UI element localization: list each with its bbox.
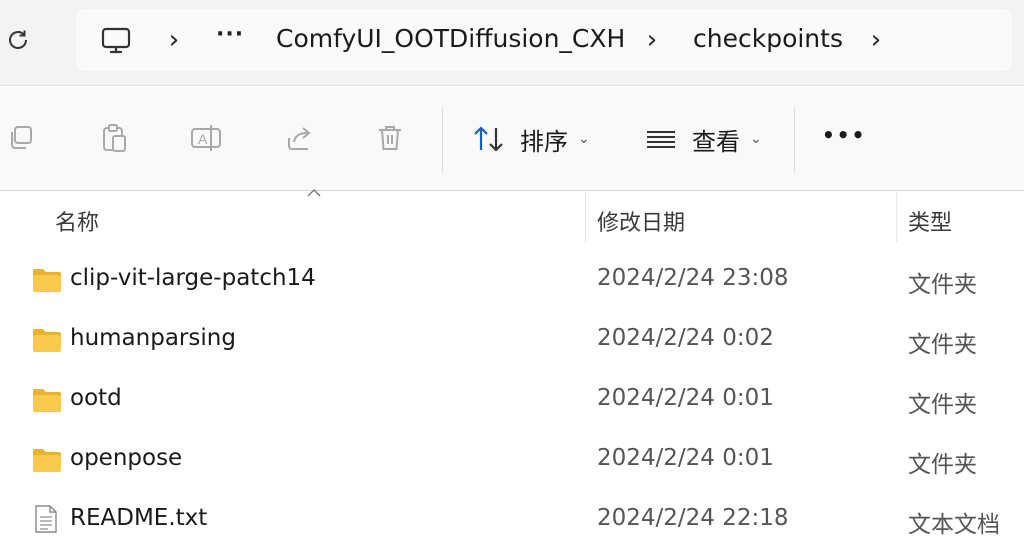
file-date: 2024/2/24 0:01 <box>597 445 774 471</box>
file-name: humanparsing <box>70 325 236 351</box>
column-divider[interactable] <box>896 192 897 242</box>
file-row[interactable]: ootd 2024/2/24 0:01 文件夹 <box>0 370 1024 430</box>
more-icon: ••• <box>822 123 867 147</box>
column-header-type[interactable]: 类型 <box>908 205 952 237</box>
breadcrumb-overflow-button[interactable]: ··· <box>216 22 244 47</box>
column-header-name[interactable]: 名称 <box>55 205 99 237</box>
text-file-icon <box>35 505 57 533</box>
rename-button[interactable]: A <box>188 120 224 156</box>
column-header-date[interactable]: 修改日期 <box>597 205 685 237</box>
file-row[interactable]: README.txt 2024/2/24 22:18 文本文档 <box>0 490 1024 550</box>
this-pc-icon[interactable] <box>100 25 132 57</box>
share-button[interactable] <box>282 120 318 156</box>
rename-icon: A <box>191 125 221 151</box>
file-name: openpose <box>70 445 183 471</box>
folder-icon <box>33 329 61 352</box>
chevron-down-icon: ⌄ <box>750 131 762 147</box>
svg-text:A: A <box>198 131 208 147</box>
copy-icon <box>11 126 32 149</box>
view-list-icon <box>647 131 675 148</box>
file-date: 2024/2/24 0:01 <box>597 385 774 411</box>
column-divider[interactable] <box>585 192 586 242</box>
file-row[interactable]: openpose 2024/2/24 0:01 文件夹 <box>0 430 1024 490</box>
sort-button[interactable]: 排序 ⌄ <box>472 117 590 161</box>
refresh-icon <box>9 30 27 49</box>
file-date: 2024/2/24 22:18 <box>597 505 789 531</box>
file-row[interactable]: humanparsing 2024/2/24 0:02 文件夹 <box>0 310 1024 370</box>
file-name: clip-vit-large-patch14 <box>70 265 316 291</box>
command-toolbar: A 排序 ⌄ 查看 ⌄ ••• <box>0 87 1024 191</box>
file-type: 文件夹 <box>908 272 977 298</box>
breadcrumb-chevron-icon[interactable]: › <box>164 25 184 55</box>
breadcrumb-chevron-icon[interactable]: › <box>642 25 662 55</box>
toolbar-divider <box>794 107 795 173</box>
address-bar[interactable]: › ··· ComfyUI_OOTDiffusion_CXH › checkpo… <box>76 9 1012 71</box>
view-label: 查看 <box>692 127 740 156</box>
breadcrumb-item[interactable]: ComfyUI_OOTDiffusion_CXH <box>276 24 625 53</box>
refresh-button[interactable] <box>4 26 32 54</box>
folder-icon <box>33 269 61 292</box>
folder-icon <box>33 449 61 472</box>
file-type: 文件夹 <box>908 332 977 358</box>
file-row[interactable]: clip-vit-large-patch14 2024/2/24 23:08 文… <box>0 250 1024 310</box>
file-date: 2024/2/24 23:08 <box>597 265 789 291</box>
trash-icon <box>379 126 401 150</box>
column-header-row: 名称 修改日期 类型 <box>0 192 1024 244</box>
toolbar-divider <box>442 107 443 173</box>
file-type: 文本文档 <box>908 512 1000 538</box>
address-bar-region: › ··· ComfyUI_OOTDiffusion_CXH › checkpo… <box>0 0 1024 86</box>
sort-label: 排序 <box>520 127 568 156</box>
breadcrumb-chevron-icon[interactable]: › <box>866 25 886 55</box>
delete-button[interactable] <box>372 120 408 156</box>
folder-icon <box>33 389 61 412</box>
file-type: 文件夹 <box>908 452 977 478</box>
paste-button[interactable] <box>96 120 132 156</box>
chevron-down-icon: ⌄ <box>578 131 590 147</box>
copy-button[interactable] <box>4 120 40 156</box>
breadcrumb-item-current[interactable]: checkpoints <box>693 24 843 53</box>
paste-icon <box>103 124 126 152</box>
file-name: README.txt <box>70 505 208 531</box>
file-name: ootd <box>70 385 122 411</box>
share-icon <box>288 127 311 150</box>
sort-icon <box>474 126 503 152</box>
view-button[interactable]: 查看 ⌄ <box>644 117 762 161</box>
more-options-button[interactable]: ••• <box>822 113 866 157</box>
file-type: 文件夹 <box>908 392 977 418</box>
file-date: 2024/2/24 0:02 <box>597 325 774 351</box>
